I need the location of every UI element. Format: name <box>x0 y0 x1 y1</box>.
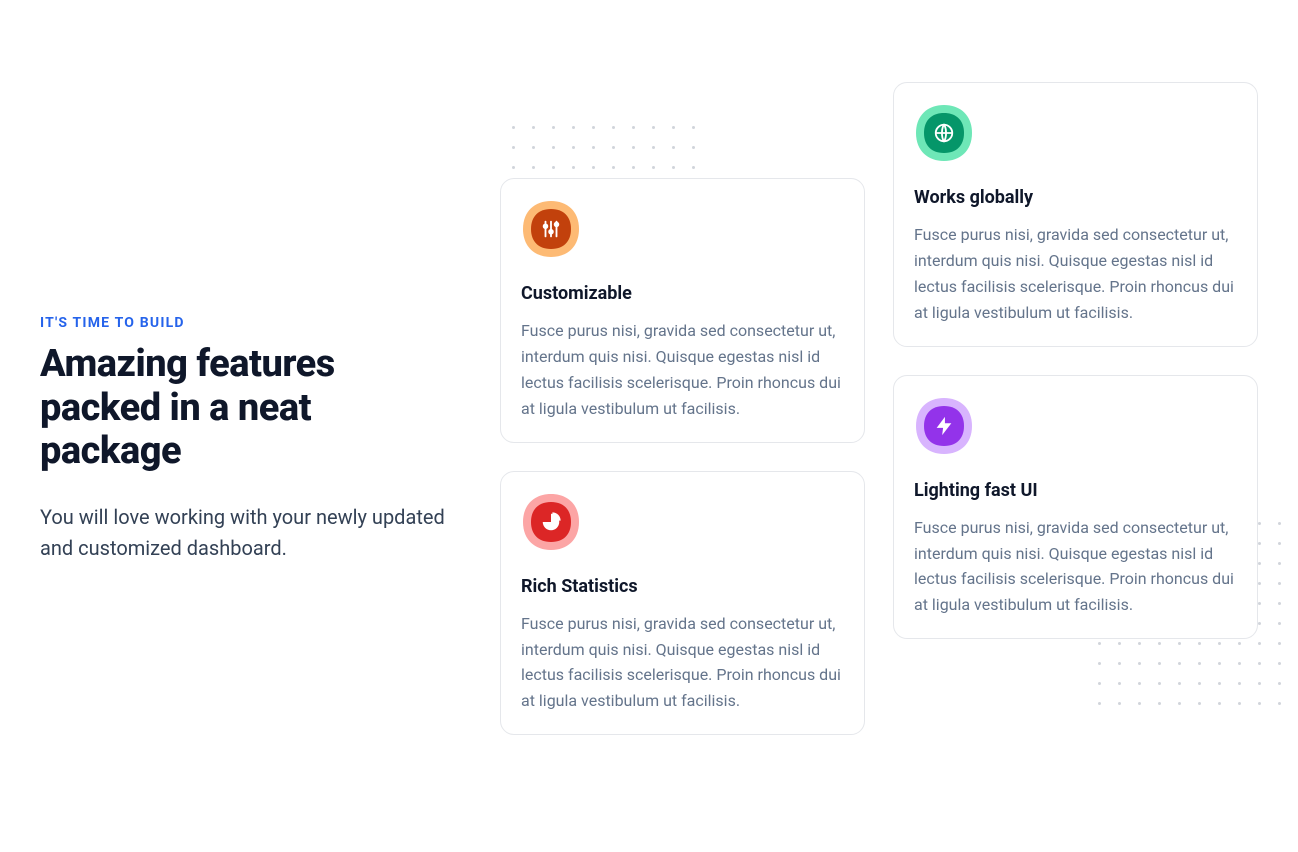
eyebrow-label: IT'S TIME TO BUILD <box>40 315 460 331</box>
feature-card-statistics: Rich Statistics Fusce purus nisi, gravid… <box>500 471 865 736</box>
feature-title: Works globally <box>914 187 1237 208</box>
features-section: IT'S TIME TO BUILD Amazing features pack… <box>0 0 1298 735</box>
pie-chart-icon <box>521 492 581 552</box>
feature-title: Rich Statistics <box>521 576 844 597</box>
feature-card-customizable: Customizable Fusce purus nisi, gravida s… <box>500 178 865 443</box>
feature-text: Fusce purus nisi, gravida sed consectetu… <box>914 515 1237 619</box>
feature-card-global: Works globally Fusce purus nisi, gravida… <box>893 82 1258 347</box>
section-subhead: You will love working with your newly up… <box>40 502 460 564</box>
feature-title: Lighting fast UI <box>914 480 1237 501</box>
bolt-icon <box>914 396 974 456</box>
features-column-a: Customizable Fusce purus nisi, gravida s… <box>500 0 865 735</box>
feature-text: Fusce purus nisi, gravida sed consectetu… <box>521 318 844 422</box>
sliders-icon <box>521 199 581 259</box>
globe-icon <box>914 103 974 163</box>
feature-card-fast: Lighting fast UI Fusce purus nisi, gravi… <box>893 375 1258 640</box>
features-column-b: Works globally Fusce purus nisi, gravida… <box>893 0 1258 735</box>
section-headline: Amazing features packed in a neat packag… <box>40 343 460 474</box>
feature-text: Fusce purus nisi, gravida sed consectetu… <box>521 611 844 715</box>
features-grid: Customizable Fusce purus nisi, gravida s… <box>500 0 1258 735</box>
feature-title: Customizable <box>521 283 844 304</box>
feature-text: Fusce purus nisi, gravida sed consectetu… <box>914 222 1237 326</box>
features-intro: IT'S TIME TO BUILD Amazing features pack… <box>40 0 460 735</box>
